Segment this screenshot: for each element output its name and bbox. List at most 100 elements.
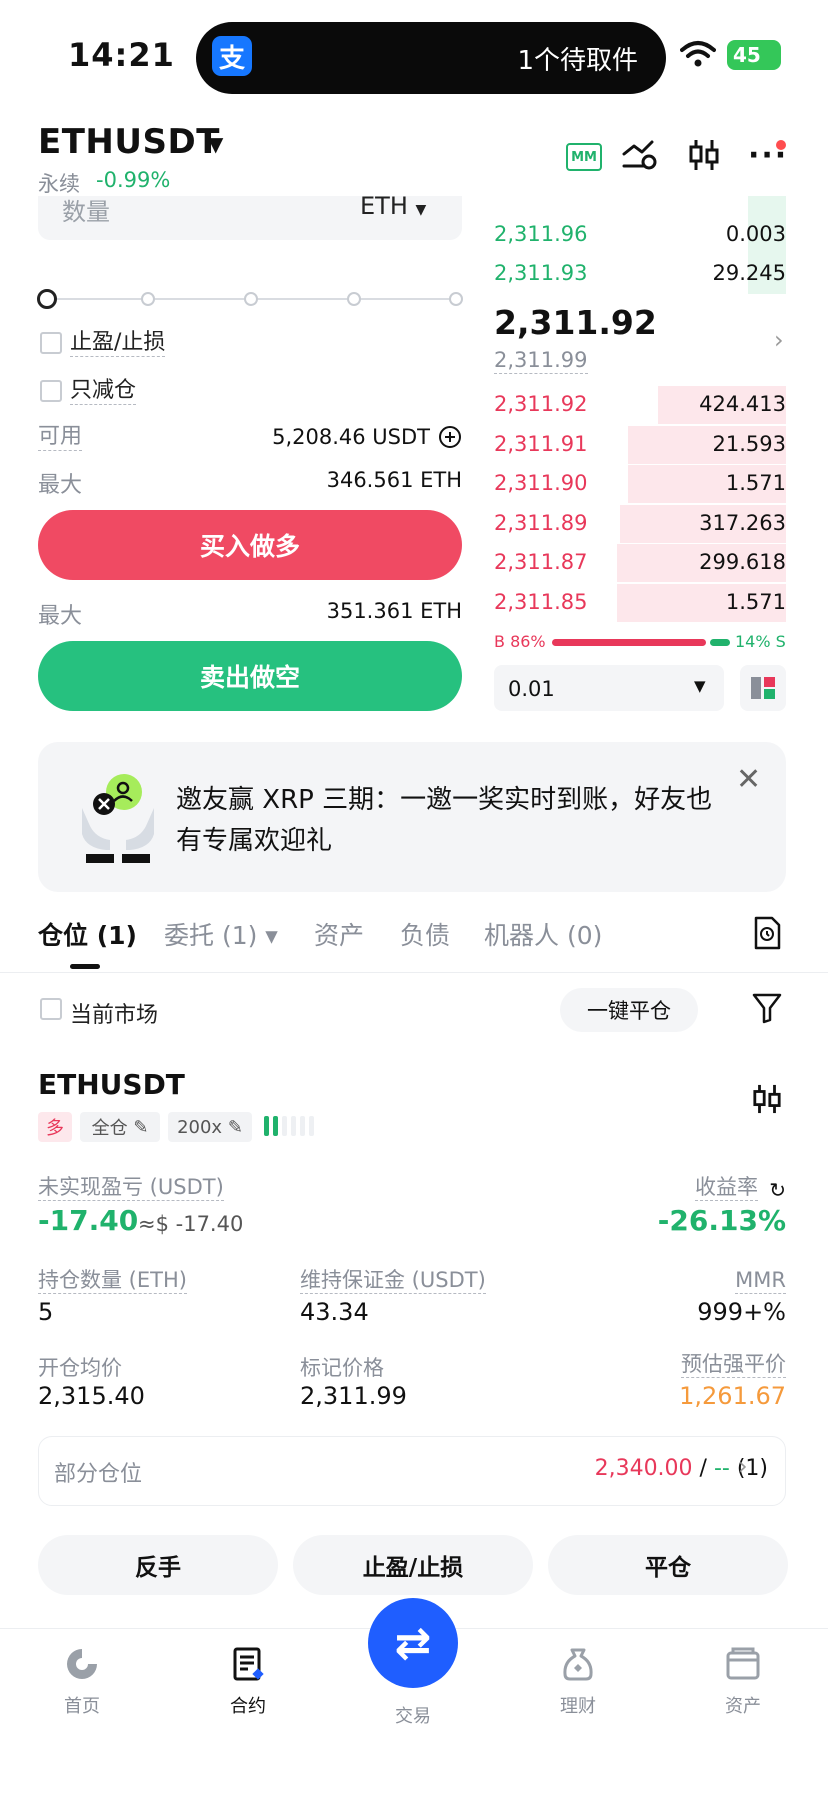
sell-ratio-bar — [710, 639, 730, 646]
tab-bots[interactable]: 机器人 (0) — [484, 916, 602, 952]
nav-finance-label: 理财 — [560, 1696, 596, 1717]
caret-down-icon: ▼ — [694, 677, 706, 695]
candlestick-icon[interactable] — [688, 138, 720, 172]
max-sell-label: 最大 — [38, 604, 83, 629]
price-change: -0.99% — [96, 168, 171, 192]
entry-price-value: 2,315.40 — [38, 1382, 145, 1410]
bid-price: 2,311.89 — [494, 510, 588, 535]
tab-liabilities[interactable]: 负债 — [400, 916, 450, 952]
wallet-icon — [726, 1647, 760, 1680]
depth-step-select[interactable]: 0.01 — [494, 665, 724, 711]
tp-sl-checkbox[interactable] — [40, 332, 62, 354]
slider-mark-75[interactable] — [347, 292, 361, 306]
alipay-icon: 支 — [212, 36, 252, 76]
tp-sl-button[interactable]: 止盈/止损 — [293, 1535, 533, 1595]
mark-price-label: 标记价格 — [300, 1356, 384, 1380]
slider-handle[interactable] — [37, 289, 57, 309]
status-time: 14:21 — [68, 36, 175, 74]
position-symbol[interactable]: ETHUSDT — [38, 1068, 185, 1101]
side-tag: 多 — [38, 1112, 72, 1142]
roi-label: 收益率 — [695, 1175, 758, 1202]
bid-price: 2,311.91 — [494, 431, 588, 456]
bid-price: 2,311.85 — [494, 589, 588, 614]
caret-down-icon[interactable]: ▼ — [208, 132, 223, 156]
edit-icon: ✎ — [133, 1116, 149, 1138]
leverage-tag[interactable]: 200x ✎ — [168, 1112, 252, 1142]
wifi-icon — [680, 41, 716, 67]
nav-finance[interactable]: 理财 — [518, 1646, 638, 1718]
unrealized-pnl-label: 未实现盈亏 (USDT) — [38, 1175, 224, 1202]
available-label: 可用 — [38, 424, 83, 452]
adl-bar — [291, 1116, 296, 1136]
tab-orders[interactable]: 委托 (1) ▾ — [164, 916, 278, 952]
buy-long-button[interactable]: 买入做多 — [38, 510, 462, 580]
contract-icon — [233, 1647, 264, 1681]
size-label: 持仓数量 (ETH) — [38, 1268, 187, 1295]
margin-mode-label: 全仓 — [91, 1118, 128, 1139]
chevron-right-icon[interactable]: › — [774, 326, 784, 354]
liq-price-value: 1,261.67 — [679, 1382, 786, 1410]
partial-count: (1) — [729, 1456, 768, 1481]
filter-icon[interactable] — [752, 992, 782, 1024]
chevron-right-icon[interactable]: › — [738, 1452, 748, 1480]
tp-sl-label[interactable]: 止盈/止损 — [70, 330, 166, 358]
reverse-button[interactable]: 反手 — [38, 1535, 278, 1595]
buy-ratio: B 86% — [494, 632, 546, 651]
current-market-checkbox[interactable] — [40, 998, 62, 1020]
current-market-label[interactable]: 当前市场 — [70, 997, 158, 1029]
mmr-value: 999+% — [697, 1298, 786, 1326]
ask-row[interactable]: 2,311.96 0.003 — [494, 216, 786, 254]
slider-mark-50[interactable] — [244, 292, 258, 306]
bid-price: 2,311.90 — [494, 471, 588, 495]
tab-positions[interactable]: 仓位 (1) — [38, 916, 137, 952]
refresh-icon[interactable]: ↻ — [769, 1178, 786, 1202]
nav-assets[interactable]: 资产 — [683, 1646, 803, 1718]
close-position-button[interactable]: 平仓 — [548, 1535, 788, 1595]
adl-bar — [264, 1116, 269, 1136]
symbol-title[interactable]: ETHUSDT — [38, 122, 220, 162]
close-icon[interactable]: ✕ — [736, 762, 761, 797]
island-text: 1个待取件 — [517, 46, 638, 76]
quantity-unit-select[interactable]: ETH ▼ — [360, 192, 426, 220]
money-bag-icon — [563, 1648, 593, 1681]
sell-ratio: 14% S — [735, 632, 786, 651]
slider-mark-100[interactable] — [449, 292, 463, 306]
bid-price: 2,311.87 — [494, 550, 588, 574]
nav-trade-label[interactable]: 交易 — [353, 1702, 473, 1728]
reduce-only-label[interactable]: 只减仓 — [70, 378, 137, 406]
mmr-label: MMR — [735, 1268, 786, 1295]
slider-mark-25[interactable] — [141, 292, 155, 306]
ask-price: 2,311.96 — [494, 222, 588, 246]
buy-ratio-bar — [552, 639, 706, 646]
bid-row[interactable]: 2,311.89 317.263 — [494, 504, 786, 543]
orderbook-layout-button[interactable] — [740, 665, 786, 711]
close-all-button[interactable]: 一键平仓 — [560, 988, 698, 1032]
edit-icon: ✎ — [227, 1116, 243, 1138]
bid-qty: 317.263 — [699, 510, 786, 535]
battery-indicator: 45 — [727, 40, 781, 70]
price-alert-icon[interactable] — [622, 138, 658, 170]
ask-row[interactable]: 2,311.93 29.245 — [494, 255, 786, 293]
last-price[interactable]: 2,311.92 — [494, 303, 657, 342]
reduce-only-checkbox[interactable] — [40, 380, 62, 402]
entry-price-label: 开仓均价 — [38, 1356, 122, 1380]
bid-row[interactable]: 2,311.91 21.593 — [494, 425, 786, 464]
caret-down-icon: ▼ — [415, 202, 427, 218]
candlestick-icon[interactable] — [752, 1082, 782, 1116]
nav-home[interactable]: 首页 — [22, 1646, 142, 1718]
mm-icon[interactable]: MM — [566, 143, 602, 171]
bid-row[interactable]: 2,311.90 1.571 — [494, 465, 786, 503]
history-icon[interactable] — [752, 916, 782, 950]
bid-row[interactable]: 2,311.87 299.618 — [494, 544, 786, 582]
promo-text: 邀友赢 XRP 三期：一邀一奖实时到账，好友也有专属欢迎礼 — [176, 785, 713, 856]
margin-mode-tag[interactable]: 全仓 ✎ — [80, 1112, 160, 1142]
nav-contract[interactable]: 合约 — [188, 1646, 308, 1718]
trade-swap-icon[interactable]: ⇄ — [368, 1598, 458, 1688]
sell-short-button[interactable]: 卖出做空 — [38, 641, 462, 711]
add-funds-icon[interactable] — [438, 425, 462, 449]
adl-bar — [273, 1116, 278, 1136]
partial-sl-price: -- — [713, 1456, 730, 1481]
bid-row[interactable]: 2,311.85 1.571 — [494, 583, 786, 622]
tab-assets[interactable]: 资产 — [314, 916, 364, 952]
bid-row[interactable]: 2,311.92 424.413 — [494, 386, 786, 424]
